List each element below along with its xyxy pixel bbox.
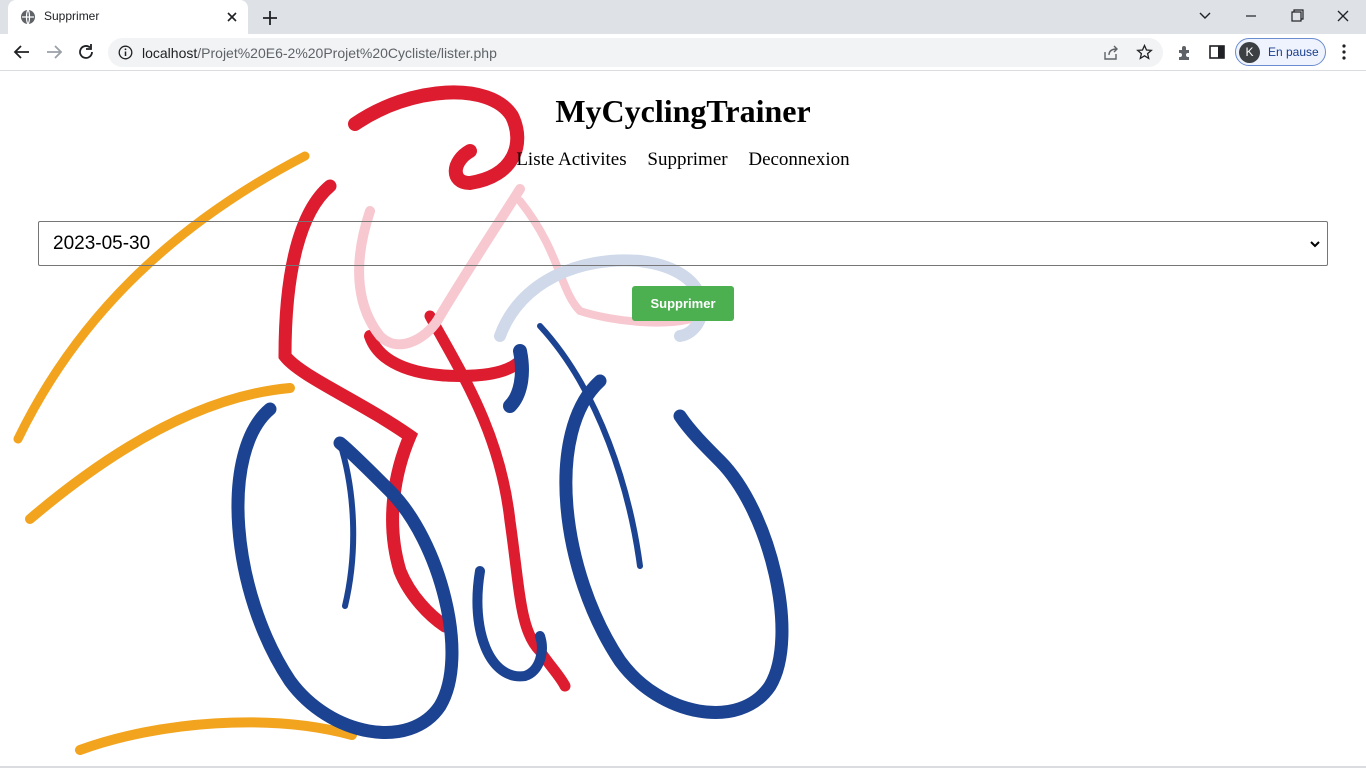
site-title: MyCyclingTrainer <box>555 93 811 129</box>
extensions-icon[interactable] <box>1176 43 1194 61</box>
side-panel-icon[interactable] <box>1208 43 1226 61</box>
profile-status: En pause <box>1268 45 1319 59</box>
cyclist-background-image <box>13 85 789 755</box>
browser-tabstrip: Supprimer <box>0 0 1366 34</box>
main-nav: Liste Activites Supprimer Deconnexion <box>0 149 1366 171</box>
nav-deconnexion[interactable]: Deconnexion <box>748 149 849 170</box>
forward-icon[interactable] <box>44 42 64 62</box>
tab-title: Supprimer <box>44 9 100 23</box>
address-bar[interactable]: localhost/Projet%20E6-2%20Projet%20Cycli… <box>108 38 1163 67</box>
minimize-icon[interactable] <box>1238 4 1264 28</box>
url-text[interactable]: localhost/Projet%20E6-2%20Projet%20Cycli… <box>142 45 497 61</box>
date-select-value: 2023-05-30 <box>53 233 151 254</box>
activity-date-select[interactable]: 2023-05-30 <box>38 221 1328 266</box>
close-icon[interactable] <box>224 9 240 25</box>
plus-icon[interactable] <box>260 8 280 28</box>
page-content: MyCyclingTrainer Liste Activites Supprim… <box>0 71 1366 768</box>
chevron-down-icon <box>1310 241 1320 248</box>
more-menu-icon[interactable] <box>1336 43 1352 61</box>
profile-button[interactable]: K En pause <box>1235 38 1326 66</box>
delete-button[interactable]: Supprimer <box>632 286 734 321</box>
chevron-down-icon[interactable] <box>1192 4 1218 28</box>
globe-icon <box>21 9 35 25</box>
share-icon[interactable] <box>1103 45 1119 61</box>
star-icon[interactable] <box>1136 44 1153 61</box>
url-host: localhost <box>142 45 198 61</box>
info-icon[interactable] <box>118 45 133 60</box>
browser-toolbar: localhost/Projet%20E6-2%20Projet%20Cycli… <box>0 34 1366 71</box>
url-path: /Projet%20E6-2%20Projet%20Cycliste/liste… <box>197 45 497 61</box>
nav-liste-activites[interactable]: Liste Activites <box>516 149 626 170</box>
back-icon[interactable] <box>12 42 32 62</box>
browser-tab[interactable]: Supprimer <box>8 0 248 34</box>
avatar: K <box>1239 42 1260 63</box>
reload-icon[interactable] <box>76 42 96 62</box>
restore-icon[interactable] <box>1284 4 1310 28</box>
close-icon[interactable] <box>1330 4 1356 28</box>
nav-supprimer[interactable]: Supprimer <box>647 149 727 170</box>
